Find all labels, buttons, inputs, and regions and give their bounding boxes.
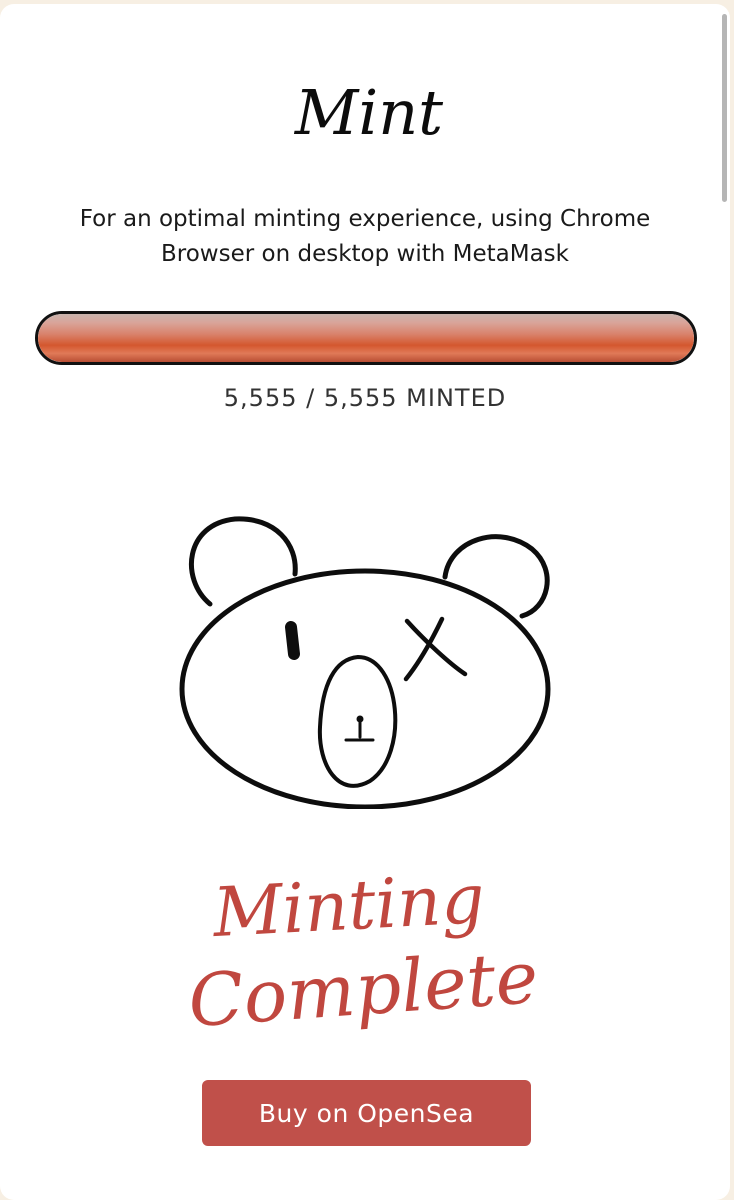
buy-on-opensea-button[interactable]: Buy on OpenSea xyxy=(202,1080,531,1146)
bear-head xyxy=(179,568,551,809)
minted-count: 5,555 / 5,555 MINTED xyxy=(223,384,507,412)
page-title: Mint xyxy=(294,76,443,149)
browser-recommendation: For an optimal minting experience, using… xyxy=(0,202,730,272)
left-ear xyxy=(188,516,298,607)
subtitle-line-1: For an optimal minting experience, using… xyxy=(79,206,651,232)
mouth xyxy=(344,719,375,742)
mint-progress-bar xyxy=(35,311,697,365)
mint-card: Mint For an optimal minting experience, … xyxy=(0,4,730,1200)
bear-face-icon xyxy=(179,516,551,809)
scrollbar[interactable] xyxy=(722,14,727,202)
right-eye-x xyxy=(403,616,468,682)
status-line-1: Minting xyxy=(209,860,486,953)
subtitle-line-2: Browser on desktop with MetaMask xyxy=(161,241,569,267)
minting-complete-status: Minting Complete xyxy=(186,860,541,1043)
left-eye xyxy=(285,621,300,660)
mint-progress-fill xyxy=(38,314,694,362)
page-title-text: Mint xyxy=(294,76,443,149)
